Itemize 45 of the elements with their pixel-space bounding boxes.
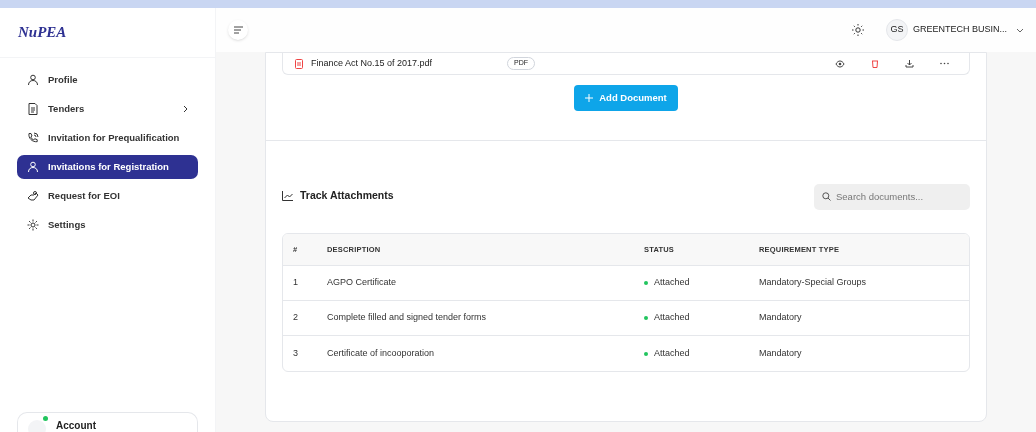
sidebar-item[interactable]: Profile — [17, 68, 198, 92]
user-avatar: GS — [886, 19, 908, 41]
status-text: Attached — [654, 311, 690, 325]
sidebar-item[interactable]: Request for EOI — [17, 184, 198, 208]
table-cell-text: 3 — [292, 346, 299, 360]
hand-icon — [27, 190, 39, 202]
phone-icon — [27, 132, 39, 144]
document-icon — [27, 103, 39, 115]
download-icon[interactable] — [905, 59, 914, 68]
user-icon — [27, 161, 39, 173]
sidebar-item[interactable]: Invitations for Registration — [17, 155, 198, 179]
table-cell-text: Mandatory-Special Groups — [759, 276, 868, 290]
status-text: Attached — [654, 276, 690, 290]
sidebar-item[interactable]: Tenders — [17, 97, 198, 121]
table-cell-text: Certificate of incooporation — [327, 346, 436, 360]
user-icon — [27, 74, 39, 86]
account-label: Account — [56, 420, 96, 432]
sun-icon[interactable] — [852, 24, 864, 36]
table-cell-text: Mandatory — [759, 311, 803, 325]
search-field[interactable]: Search documents... — [814, 183, 970, 210]
sidebar-item[interactable]: Settings — [17, 213, 198, 237]
section-title: Track Attachments — [300, 188, 394, 204]
table-cell-text: Mandatory — [759, 346, 803, 360]
user-menu[interactable]: GS GREENTECH BUSIN... — [886, 19, 1024, 41]
menu-icon — [233, 26, 243, 34]
more-icon[interactable] — [940, 62, 949, 65]
table-cell-text: AGPO Certificate — [327, 276, 398, 290]
status-text: Attached — [654, 346, 690, 360]
chevron-down-icon — [1016, 27, 1024, 33]
settings-icon — [27, 219, 39, 231]
trash-icon[interactable] — [871, 59, 879, 68]
plus-icon — [585, 94, 594, 102]
table-cell-text: Complete filled and signed tender forms — [327, 311, 488, 325]
table-cell-text: 2 — [292, 311, 299, 325]
logo: NuPEA — [18, 23, 67, 43]
user-name: GREENTECH BUSIN... — [913, 23, 1007, 37]
search-icon — [822, 191, 831, 201]
chart-icon — [282, 191, 293, 201]
account-card[interactable]: Account — [17, 412, 198, 432]
file-icon — [295, 58, 303, 69]
document-name: Finance Act No.15 of 2017.pdf — [311, 56, 434, 70]
table-cell-text: 1 — [292, 276, 299, 290]
menu-button[interactable] — [228, 20, 248, 40]
sidebar-item[interactable]: Invitation for Prequalification — [17, 126, 198, 150]
eye-icon[interactable] — [835, 59, 845, 68]
